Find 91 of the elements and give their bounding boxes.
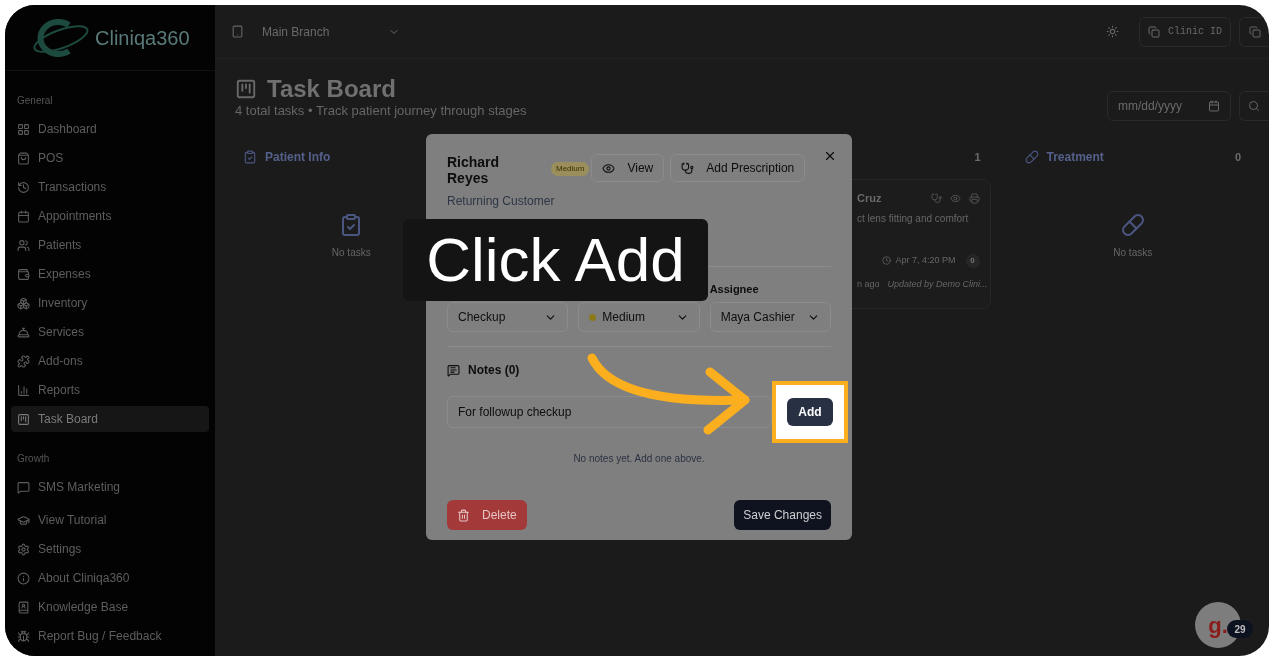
wallet-icon: [17, 267, 30, 281]
section-heading: Growth: [16, 452, 51, 466]
sidebar-item[interactable]: Transactions: [11, 174, 209, 200]
bar-chart-icon: [17, 383, 30, 397]
printer-icon[interactable]: [968, 192, 980, 204]
tablet-icon[interactable]: [231, 25, 244, 38]
section-heading: General: [16, 94, 54, 108]
date-input[interactable]: mm/dd/yyyy: [1107, 91, 1231, 121]
copy-icon: [1148, 25, 1160, 38]
grid-icon: [17, 122, 30, 136]
stethoscope-icon[interactable]: [930, 192, 942, 204]
search-icon: [1248, 100, 1260, 112]
sidebar-item[interactable]: Dashboard: [11, 116, 209, 142]
sidebar-item[interactable]: Expenses: [11, 261, 209, 287]
notes-count: 0: [965, 253, 980, 268]
search-field[interactable]: [1239, 91, 1269, 121]
select-field[interactable]: Medium: [578, 302, 700, 332]
page-title: Task Board: [267, 75, 396, 103]
eye-icon: [602, 161, 616, 175]
sidebar-item[interactable]: Add-ons: [11, 348, 209, 374]
bug-icon: [17, 629, 30, 643]
column-title: Treatment: [1046, 149, 1104, 166]
task-count: 0: [1234, 149, 1241, 165]
bag-icon: [17, 151, 30, 165]
settings-icon: [17, 542, 30, 556]
select-field[interactable]: Checkup: [447, 302, 569, 332]
sidebar-item[interactable]: Knowledge Base: [11, 594, 209, 620]
note-input[interactable]: For followup checkup: [447, 396, 772, 428]
page-subtitle: 4 total tasks • Track patient journey through stages: [235, 103, 527, 119]
copy-button[interactable]: [1239, 16, 1269, 47]
calendar-icon: [17, 209, 30, 223]
eye-icon[interactable]: [949, 192, 961, 204]
pill-icon: [1120, 213, 1145, 237]
clinic-id-button[interactable]: Clinic ID: [1139, 16, 1231, 47]
sidebar-item[interactable]: Task Board: [11, 406, 209, 432]
kanban-icon: [17, 412, 30, 426]
copy-icon: [1248, 25, 1261, 38]
sidebar-item[interactable]: POS: [11, 145, 209, 171]
notes-title: Notes (0): [468, 362, 520, 379]
column-title: Patient Info: [265, 149, 331, 166]
pill-icon: [1024, 150, 1039, 164]
calendar-icon: [1208, 100, 1220, 112]
empty-notes-text: No notes yet. Add one above.: [572, 452, 706, 466]
kanban-icon: [235, 78, 257, 100]
close-icon: [823, 149, 837, 163]
notes-icon: [447, 363, 460, 377]
history-icon: [17, 180, 30, 194]
priority-badge: Medium: [551, 162, 590, 176]
stethoscope-icon: [681, 161, 695, 175]
patient-name: Richard Reyes: [447, 154, 501, 186]
sidebar-item[interactable]: Patients: [11, 232, 209, 258]
task-count: 1: [974, 149, 981, 165]
sidebar-item[interactable]: View Tutorial: [11, 507, 209, 533]
branch-select[interactable]: Main Branch: [256, 16, 406, 47]
trash-icon: [457, 508, 470, 522]
add-prescription-button[interactable]: Add Prescription: [670, 154, 806, 182]
updated-by: Updated by Demo Clini...: [887, 277, 988, 291]
customer-type: Returning Customer: [447, 193, 556, 210]
boxes-icon: [17, 296, 30, 310]
info-icon: [17, 571, 30, 585]
sidebar-item[interactable]: Report Bug / Feedback: [11, 623, 209, 649]
due-date: Apr 7, 4:20 PM: [882, 253, 956, 268]
chat-badge: 29: [1227, 620, 1253, 638]
sun-icon[interactable]: [1106, 25, 1119, 38]
message-icon: [17, 480, 30, 494]
sidebar-item[interactable]: SMS Marketing: [11, 474, 209, 500]
delete-button[interactable]: Delete: [447, 500, 527, 530]
users-icon: [17, 238, 30, 252]
sidebar-item[interactable]: About Cliniqa360: [11, 565, 209, 591]
view-button[interactable]: View: [591, 154, 665, 182]
save-changes-button[interactable]: Save Changes: [734, 500, 831, 530]
sidebar-item[interactable]: Settings: [11, 536, 209, 562]
book-icon: [17, 600, 30, 614]
sidebar-item[interactable]: Inventory: [11, 290, 209, 316]
sidebar-item[interactable]: Appointments: [11, 203, 209, 229]
sidebar-item[interactable]: Services: [11, 319, 209, 345]
task-description: ct lens fitting and comfort: [857, 211, 970, 226]
click-add-tooltip: Click Add: [403, 219, 708, 301]
field-label: Assignee: [709, 283, 760, 296]
logo-text: Cliniqa360: [95, 25, 190, 51]
bell-icon: [17, 325, 30, 339]
patient-name: Cruz: [857, 191, 882, 206]
clock-icon: [882, 256, 892, 265]
empty-text: No tasks: [1113, 246, 1153, 260]
graduation-cap-icon: [17, 513, 30, 527]
sidebar-item[interactable]: Reports: [11, 377, 209, 403]
clipboard-icon: [243, 150, 257, 164]
empty-text: No tasks: [331, 246, 371, 260]
add-button[interactable]: Add: [787, 398, 833, 426]
select-field[interactable]: Maya Cashier: [709, 302, 831, 332]
puzzle-icon: [17, 354, 30, 368]
